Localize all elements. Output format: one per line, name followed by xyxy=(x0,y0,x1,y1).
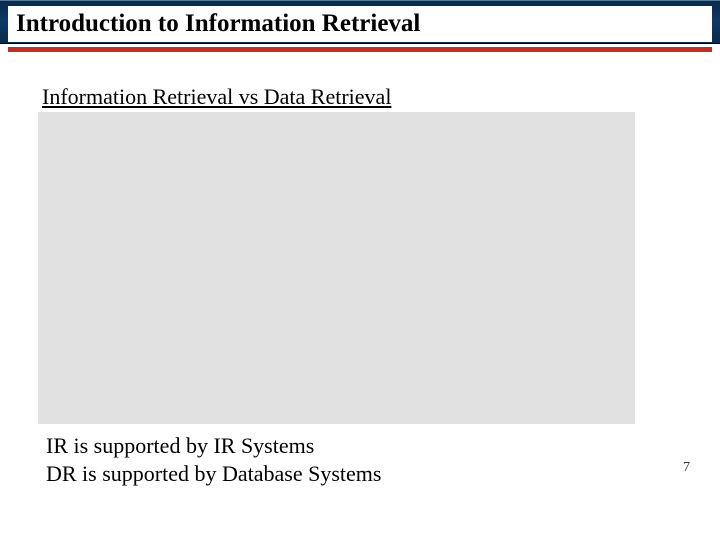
body-line-2: DR is supported by Database Systems xyxy=(46,460,381,488)
divider-rule xyxy=(8,47,712,52)
page-number: 7 xyxy=(683,460,690,476)
title-strip: Introduction to Information Retrieval xyxy=(8,6,712,42)
section-subtitle: Information Retrieval vs Data Retrieval xyxy=(42,84,391,110)
body-text: IR is supported by IR Systems DR is supp… xyxy=(46,432,381,487)
page-title: Introduction to Information Retrieval xyxy=(16,10,420,38)
content-placeholder xyxy=(38,112,635,424)
body-line-1: IR is supported by IR Systems xyxy=(46,432,381,460)
